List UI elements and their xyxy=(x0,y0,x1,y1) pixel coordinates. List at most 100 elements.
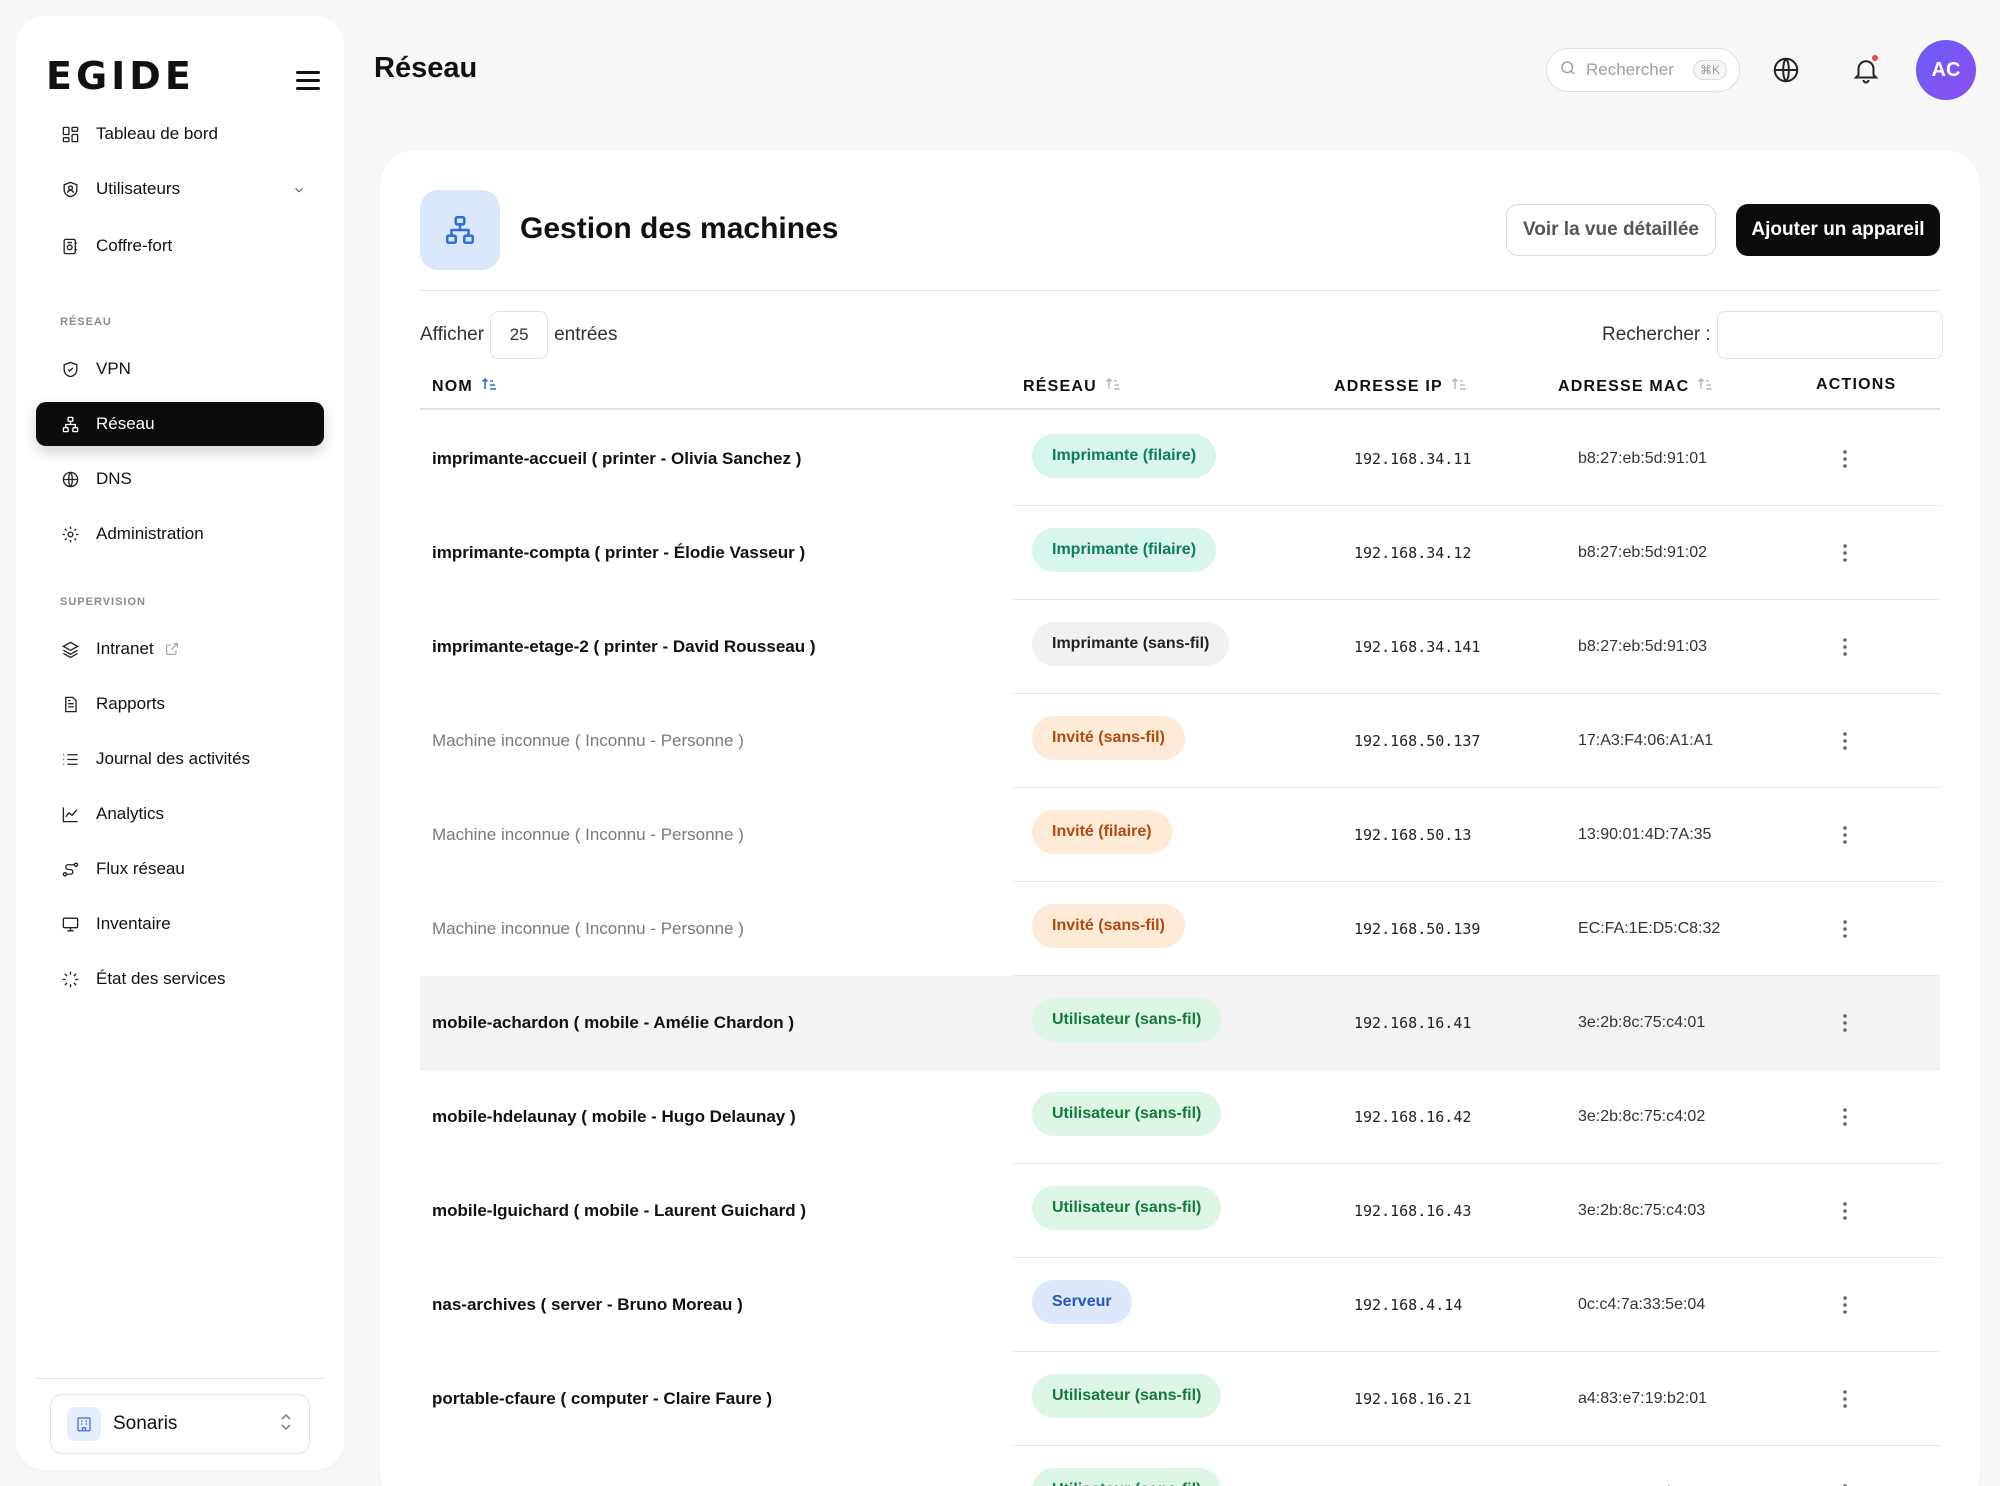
sidebar-item-flows[interactable]: Flux réseau xyxy=(36,847,324,891)
row-actions-kebab-icon[interactable] xyxy=(1830,1352,1860,1446)
row-actions-kebab-icon[interactable] xyxy=(1830,1446,1860,1486)
table-search-input[interactable] xyxy=(1716,311,1943,359)
sidebar-item-vault[interactable]: Coffre-fort xyxy=(36,224,324,268)
mac-address: 3e:2b:8c:75:c4:02 xyxy=(1578,1108,1706,1125)
keyboard-shortcut-badge: ⌘K xyxy=(1692,60,1727,80)
page-size-select[interactable]: 25 xyxy=(490,311,549,359)
column-header-mac[interactable]: ADRESSE MAC xyxy=(1558,376,1713,397)
table-row[interactable]: Machine inconnue ( Inconnu - Personne ) I… xyxy=(420,882,1940,976)
device-name[interactable]: imprimante-etage-2 ( printer - David Rou… xyxy=(432,600,816,694)
row-actions-kebab-icon[interactable] xyxy=(1830,412,1860,506)
table-row[interactable]: mobile-hdelaunay ( mobile - Hugo Delauna… xyxy=(420,1070,1940,1164)
organization-switcher[interactable]: Sonaris xyxy=(50,1394,310,1454)
language-globe-icon[interactable] xyxy=(1768,52,1804,88)
device-name[interactable]: Machine inconnue ( Inconnu - Personne ) xyxy=(432,694,744,788)
detailed-view-button[interactable]: Voir la vue détaillée xyxy=(1506,204,1716,256)
device-name[interactable]: Machine inconnue ( Inconnu - Personne ) xyxy=(432,882,744,976)
network-badge: Serveur xyxy=(1032,1280,1132,1324)
sidebar-item-label: Coffre-fort xyxy=(96,236,173,255)
shield-user-icon xyxy=(60,179,80,199)
device-name[interactable]: mobile-lguichard ( mobile - Laurent Guic… xyxy=(432,1164,806,1258)
sidebar-item-services[interactable]: État des services xyxy=(36,957,324,1001)
dashboard-icon xyxy=(60,124,80,144)
row-actions-kebab-icon[interactable] xyxy=(1830,788,1860,882)
table-row[interactable]: mobile-achardon ( mobile - Amélie Chardo… xyxy=(420,976,1940,1070)
table-row[interactable]: portable-jmarchand ( computer - Jade Mar… xyxy=(420,1446,1940,1486)
section-label-supervision: SUPERVISION xyxy=(60,596,146,608)
mac-address: EC:FA:1E:D5:C8:32 xyxy=(1578,920,1721,937)
device-name[interactable]: imprimante-compta ( printer - Élodie Vas… xyxy=(432,506,805,600)
table-row[interactable]: mobile-lguichard ( mobile - Laurent Guic… xyxy=(420,1164,1940,1258)
row-actions-kebab-icon[interactable] xyxy=(1830,1070,1860,1164)
sidebar-item-intranet[interactable]: Intranet xyxy=(36,627,324,671)
column-header-label: NOM xyxy=(432,377,473,395)
sidebar-item-label: État des services xyxy=(96,969,226,988)
device-name[interactable]: mobile-achardon ( mobile - Amélie Chardo… xyxy=(432,976,794,1070)
column-header-label: ADRESSE IP xyxy=(1334,377,1443,395)
sidebar-item-analytics[interactable]: Analytics xyxy=(36,792,324,836)
sidebar-item-vpn[interactable]: VPN xyxy=(36,347,324,391)
menu-toggle-icon[interactable] xyxy=(296,71,320,91)
table-row[interactable]: Machine inconnue ( Inconnu - Personne ) I… xyxy=(420,788,1940,882)
machines-card: Gestion des machines Voir la vue détaill… xyxy=(380,150,1980,1486)
ip-address: 192.168.50.13 xyxy=(1354,826,1472,844)
global-search[interactable]: Rechercher ⌘K xyxy=(1546,48,1740,92)
device-name[interactable]: mobile-hdelaunay ( mobile - Hugo Delauna… xyxy=(432,1070,796,1164)
sidebar-item-label: Intranet xyxy=(96,639,154,658)
network-icon xyxy=(60,414,80,434)
device-name[interactable]: Machine inconnue ( Inconnu - Personne ) xyxy=(432,788,744,882)
chevron-down-icon[interactable] xyxy=(292,182,306,196)
row-actions-kebab-icon[interactable] xyxy=(1830,976,1860,1070)
device-name[interactable]: nas-archives ( server - Bruno Moreau ) xyxy=(432,1258,743,1352)
table-row[interactable]: imprimante-compta ( printer - Élodie Vas… xyxy=(420,506,1940,600)
sidebar-item-admin[interactable]: Administration xyxy=(36,512,324,556)
device-name[interactable]: portable-cfaure ( computer - Claire Faur… xyxy=(432,1352,772,1446)
ip-address: 192.168.16.22 xyxy=(1354,1446,1471,1486)
card-title: Gestion des machines xyxy=(520,212,839,245)
device-name[interactable]: imprimante-accueil ( printer - Olivia Sa… xyxy=(432,412,801,506)
mac-address: 17:A3:F4:06:A1:A1 xyxy=(1578,732,1714,749)
app-logo[interactable]: EGIDE xyxy=(46,54,195,98)
sidebar-item-label: DNS xyxy=(96,469,132,488)
sidebar-item-dashboard[interactable]: Tableau de bord xyxy=(36,112,324,156)
row-actions-kebab-icon[interactable] xyxy=(1830,600,1860,694)
entries-label: entrées xyxy=(554,324,618,345)
sidebar-item-users[interactable]: Utilisateurs xyxy=(36,167,324,211)
sort-asc-icon xyxy=(473,376,497,397)
ip-address: 192.168.50.139 xyxy=(1354,920,1481,938)
device-name[interactable]: portable-jmarchand ( computer - Jade Mar… xyxy=(432,1446,833,1486)
table-row[interactable]: imprimante-etage-2 ( printer - David Rou… xyxy=(420,600,1940,694)
table-row[interactable]: portable-cfaure ( computer - Claire Faur… xyxy=(420,1352,1940,1446)
sidebar-item-label: Journal des activités xyxy=(96,749,251,768)
sidebar-divider xyxy=(36,1378,324,1379)
sidebar-item-reports[interactable]: Rapports xyxy=(36,682,324,726)
row-actions-kebab-icon[interactable] xyxy=(1830,1258,1860,1352)
network-badge: Imprimante (filaire) xyxy=(1032,528,1217,572)
add-device-button[interactable]: Ajouter un appareil xyxy=(1736,204,1940,256)
user-avatar[interactable]: AC xyxy=(1916,40,1976,100)
column-header-label: RÉSEAU xyxy=(1023,377,1097,395)
shield-check-icon xyxy=(60,359,80,379)
mac-address: b8:27:eb:5d:91:03 xyxy=(1578,638,1708,655)
sidebar-item-label: VPN xyxy=(96,359,131,378)
table-row[interactable]: nas-archives ( server - Bruno Moreau ) Se… xyxy=(420,1258,1940,1352)
column-header-name[interactable]: NOM xyxy=(432,376,497,397)
sidebar-item-network[interactable]: Réseau xyxy=(36,402,324,446)
row-actions-kebab-icon[interactable] xyxy=(1830,882,1860,976)
row-actions-kebab-icon[interactable] xyxy=(1830,1164,1860,1258)
table-row[interactable]: Machine inconnue ( Inconnu - Personne ) I… xyxy=(420,694,1940,788)
sidebar-item-inventory[interactable]: Inventaire xyxy=(36,902,324,946)
row-actions-kebab-icon[interactable] xyxy=(1830,694,1860,788)
sidebar-item-journal[interactable]: Journal des activités xyxy=(36,737,324,781)
network-badge: Invité (sans-fil) xyxy=(1032,904,1185,948)
column-header-network[interactable]: RÉSEAU xyxy=(1023,376,1121,397)
row-actions-kebab-icon[interactable] xyxy=(1830,506,1860,600)
table-row[interactable]: imprimante-accueil ( printer - Olivia Sa… xyxy=(420,412,1940,506)
column-header-label: ADRESSE MAC xyxy=(1558,377,1690,395)
notification-bell-icon[interactable] xyxy=(1848,52,1884,88)
sidebar-item-dns[interactable]: DNS xyxy=(36,457,324,501)
sidebar-item-label: Utilisateurs xyxy=(96,179,181,198)
network-badge: Utilisateur (sans-fil) xyxy=(1032,1092,1222,1136)
column-header-ip[interactable]: ADRESSE IP xyxy=(1334,376,1467,397)
sidebar-item-label: Réseau xyxy=(96,414,155,433)
